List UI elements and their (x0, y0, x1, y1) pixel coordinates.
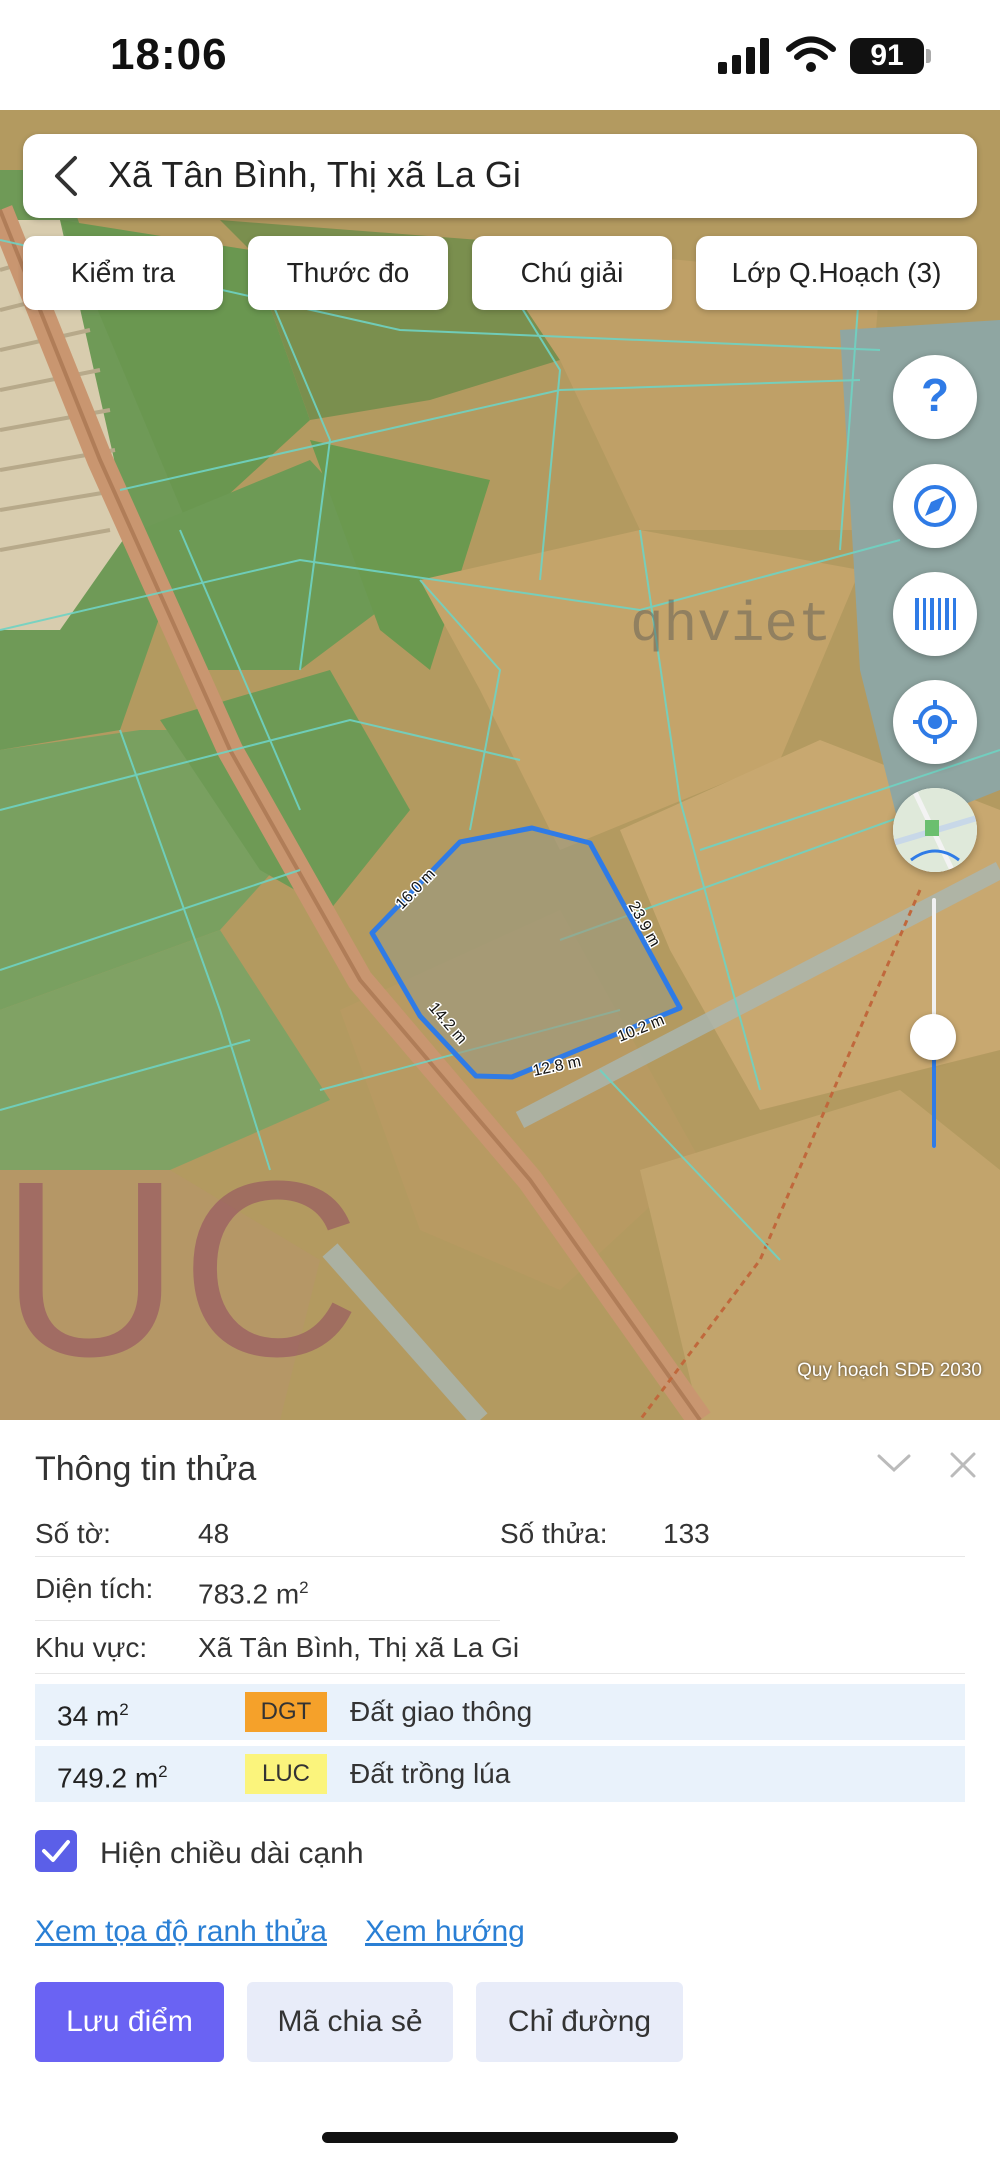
planning-layers-button[interactable]: Lớp Q.Hoạch (3) (696, 236, 977, 310)
land-use-code-badge: DGT (245, 1692, 327, 1732)
sheet-number-label: Số tờ: (35, 1518, 111, 1549)
checkmark-icon (42, 1840, 70, 1862)
map-style-button[interactable] (893, 788, 977, 872)
svg-text:?: ? (921, 369, 949, 421)
close-icon[interactable] (948, 1450, 978, 1480)
panel-title: Thông tin thửa (35, 1450, 257, 1488)
help-icon: ? (921, 369, 949, 421)
directions-button[interactable]: Chỉ đường (476, 1982, 683, 2062)
view-direction-link[interactable]: Xem hướng (365, 1915, 525, 1949)
barcode-button[interactable] (893, 572, 977, 656)
compass-button[interactable] (893, 464, 977, 548)
wifi-icon (786, 36, 836, 72)
land-use-name: Đất giao thông (350, 1696, 533, 1727)
locate-button[interactable] (893, 680, 977, 764)
map-watermark-letters: UC (0, 1129, 361, 1408)
chevron-down-icon[interactable] (875, 1448, 913, 1478)
view-boundary-coords-link[interactable]: Xem tọa độ ranh thửa (35, 1915, 327, 1949)
region-label: Khu vực: (35, 1632, 148, 1663)
legend-button[interactable]: Chú giải (472, 236, 672, 310)
area-value: 783.2 m2 (198, 1578, 309, 1610)
plot-number-value: 133 (663, 1518, 710, 1549)
show-edge-lengths-checkbox[interactable] (35, 1830, 77, 1872)
map-toolbar: Kiểm tra Thước đo Chú giải Lớp Q.Hoạch (… (23, 236, 977, 312)
back-arrow-icon[interactable] (49, 154, 85, 198)
ruler-button[interactable]: Thước đo (248, 236, 448, 310)
sheet-number-value: 48 (198, 1518, 230, 1549)
location-search-bar[interactable]: Xã Tân Bình, Thị xã La Gi (23, 134, 977, 218)
location-title: Xã Tân Bình, Thị xã La Gi (108, 154, 521, 195)
help-button[interactable]: ? (893, 355, 977, 439)
share-code-button[interactable]: Mã chia sẻ (247, 1982, 453, 2062)
map-thumbnail-icon (893, 788, 977, 872)
map-view[interactable]: UC qhviet 16.0 m 23.9 m 10.2 m 12.8 m 14… (0, 110, 1000, 1420)
home-indicator (322, 2132, 678, 2143)
zoom-slider-knob[interactable] (910, 1014, 956, 1060)
map-watermark-text: qhviet (630, 593, 832, 657)
land-use-code-badge: LUC (245, 1754, 327, 1794)
land-use-row: 749.2 m2 LUC Đất trồng lúa (35, 1746, 965, 1802)
status-bar: 18:06 91 (0, 0, 1000, 110)
compass-icon (914, 485, 956, 527)
land-use-area: 749.2 m2 (57, 1762, 168, 1794)
land-use-row: 34 m2 DGT Đất giao thông (35, 1684, 965, 1740)
land-use-area: 34 m2 (57, 1700, 129, 1732)
check-button[interactable]: Kiểm tra (23, 236, 223, 310)
region-value: Xã Tân Bình, Thị xã La Gi (198, 1632, 520, 1663)
plot-number-label: Số thửa: (500, 1518, 608, 1549)
cellular-signal-icon (718, 38, 769, 74)
divider (35, 1556, 965, 1557)
divider (35, 1673, 965, 1674)
barcode-icon (915, 598, 956, 630)
show-edge-lengths-label[interactable]: Hiện chiều dài cạnh (100, 1837, 364, 1871)
battery-tip (926, 49, 931, 63)
locate-icon (913, 700, 957, 744)
battery-level: 91 (850, 38, 924, 74)
status-time: 18:06 (110, 30, 228, 79)
land-use-name: Đất trồng lúa (350, 1758, 511, 1789)
save-point-button[interactable]: Lưu điểm (35, 1982, 224, 2062)
planning-layer-caption: Quy hoạch SDĐ 2030 (797, 1360, 982, 1381)
divider (35, 1620, 500, 1621)
area-label: Diện tích: (35, 1573, 154, 1604)
